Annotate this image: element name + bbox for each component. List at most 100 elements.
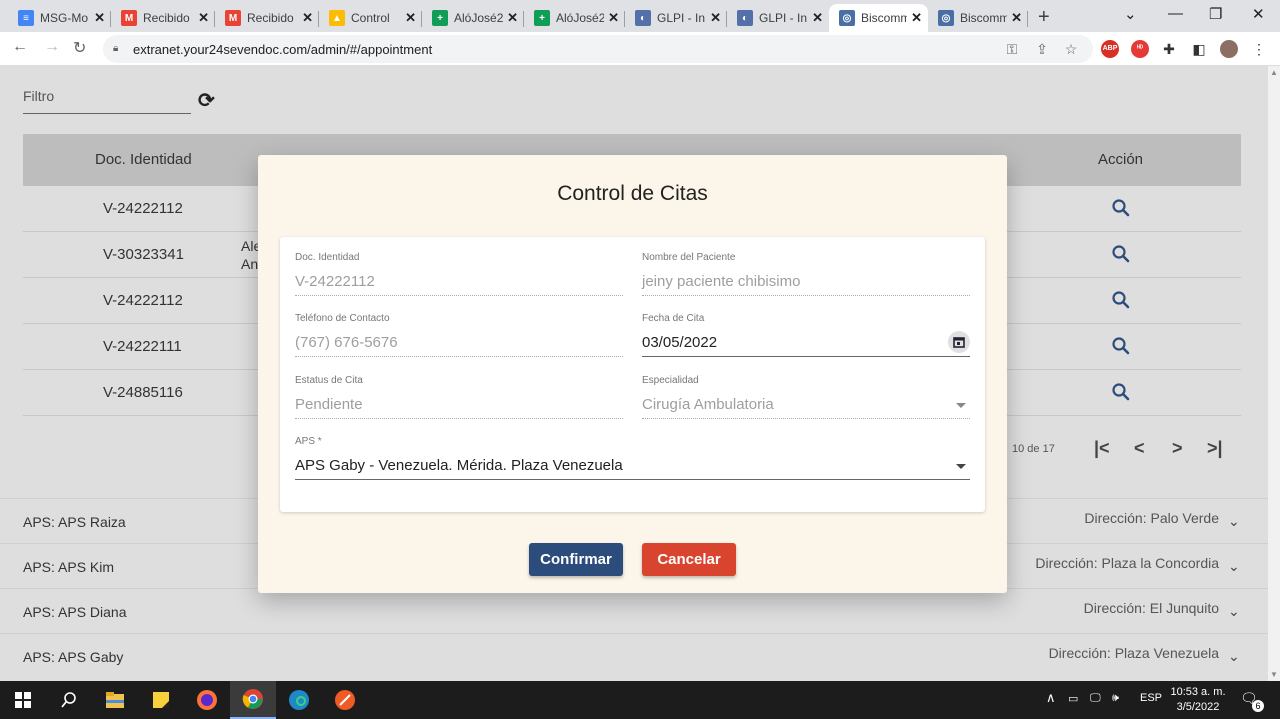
close-tab-icon[interactable]: ✕ (507, 10, 518, 26)
volume-icon[interactable]: 🕪︎ (1112, 692, 1119, 705)
chevron-down-icon[interactable]: ⌄ (1228, 603, 1240, 620)
chrome-icon[interactable] (230, 681, 276, 719)
minimize-icon[interactable]: — (1168, 5, 1183, 22)
close-tab-icon[interactable]: ✕ (911, 10, 922, 26)
browser-tab[interactable]: ◐ GLPI - In ✕ (727, 4, 829, 32)
address-bar[interactable]: 🔒︎ extranet.your24sevendoc.com/admin/#/a… (103, 35, 1093, 63)
cancel-button[interactable]: Cancelar (642, 543, 736, 576)
close-window-icon[interactable]: ✕ (1252, 5, 1265, 23)
chevron-down-icon[interactable]: ⌄ (1228, 648, 1240, 665)
confirm-button[interactable]: Confirmar (529, 543, 623, 576)
next-page-icon[interactable]: > (1172, 438, 1183, 459)
aps-select[interactable]: APS * APS Gaby - Venezuela. Mérida. Plaz… (295, 436, 970, 480)
aps-direccion: Dirección: Palo Verde (1084, 510, 1219, 526)
share-icon[interactable]: ⇪ (1033, 40, 1051, 58)
close-tab-icon[interactable]: ✕ (1011, 10, 1022, 26)
edge-icon[interactable] (276, 681, 322, 719)
tab-title: Biscomm (960, 11, 1008, 25)
close-tab-icon[interactable]: ✕ (302, 10, 313, 26)
key-icon[interactable]: ⚿ (1003, 40, 1021, 58)
aps-direccion: Dirección: El Junquito (1083, 600, 1219, 616)
doc-identidad-field[interactable]: Doc. Identidad V-24222112 (295, 252, 623, 296)
network-icon[interactable]: 🖵︎ (1090, 692, 1101, 705)
kebab-menu-icon[interactable]: ⋮ (1250, 40, 1268, 58)
refresh-icon[interactable]: ⟳ (198, 88, 215, 113)
prev-page-icon[interactable]: < (1134, 438, 1145, 459)
bookmark-star-icon[interactable]: ☆ (1062, 40, 1080, 58)
browser-tab[interactable]: + AlóJosé2 ✕ (422, 4, 524, 32)
tab-separator (1027, 11, 1028, 27)
language-indicator[interactable]: ESP (1140, 692, 1162, 704)
browser-tab[interactable]: ◐ GLPI - In ✕ (625, 4, 727, 32)
battery-icon[interactable]: ▭ (1068, 692, 1078, 705)
view-appointment-search-icon[interactable] (1111, 198, 1131, 218)
sheets-icon: + (432, 10, 448, 26)
last-page-icon[interactable]: >| (1207, 438, 1223, 459)
forward-icon[interactable]: → (44, 38, 60, 56)
tab-title: AlóJosé2 (454, 11, 504, 25)
field-underline (295, 418, 623, 419)
column-doc-identidad[interactable]: Doc. Identidad (95, 151, 192, 168)
side-panel-icon[interactable]: ◧ (1190, 40, 1208, 58)
clock[interactable]: 10:53 a. m. 3/5/2022 (1168, 685, 1228, 715)
filter-input[interactable]: Filtro (23, 88, 54, 104)
browser-tab[interactable]: ◎ Biscomm ✕ (928, 4, 1028, 32)
close-tab-icon[interactable]: ✕ (94, 10, 105, 26)
sticky-notes-icon[interactable] (138, 681, 184, 719)
aps-expansion-panel[interactable]: APS: APS Diana Dirección: El Junquito ⌄ (0, 588, 1268, 633)
search-icon[interactable] (46, 681, 92, 719)
extensions-puzzle-icon[interactable]: ✚ (1160, 40, 1178, 58)
browser-tab[interactable]: ≡ MSG-Mo ✕ (8, 4, 111, 32)
field-value: Pendiente (295, 396, 363, 413)
view-appointment-search-icon[interactable] (1111, 244, 1131, 264)
aps-direccion: Dirección: Plaza la Concordia (1035, 555, 1219, 571)
nombre-paciente-field[interactable]: Nombre del Paciente jeiny paciente chibi… (642, 252, 970, 296)
adblock-icon[interactable]: ABP (1101, 40, 1119, 58)
view-appointment-search-icon[interactable] (1111, 382, 1131, 402)
dialog-title: Control de Citas (557, 182, 708, 205)
restore-icon[interactable]: ❐ (1209, 5, 1222, 23)
view-appointment-search-icon[interactable] (1111, 336, 1131, 356)
new-tab-button[interactable]: + (1038, 6, 1050, 29)
profile-avatar[interactable] (1220, 40, 1238, 58)
field-label: Especialidad (642, 375, 699, 386)
scroll-up-icon[interactable]: ▲ (1270, 68, 1278, 77)
view-appointment-search-icon[interactable] (1111, 290, 1131, 310)
browser-tab[interactable]: ◎ Biscomm ✕ (829, 4, 928, 32)
scroll-down-icon[interactable]: ▼ (1270, 670, 1278, 679)
aps-expansion-panel[interactable]: APS: APS Gaby Dirección: Plaza Venezuela ⌄ (0, 633, 1268, 678)
close-tab-icon[interactable]: ✕ (198, 10, 209, 26)
field-underline (642, 356, 970, 357)
reload-icon[interactable]: ↻ (73, 38, 86, 58)
especialidad-select[interactable]: Especialidad Cirugía Ambulatoria (642, 375, 970, 419)
browser-tab[interactable]: ▲ Control ✕ (319, 4, 422, 32)
field-value: 03/05/2022 (642, 334, 718, 351)
page-scrollbar[interactable]: ▲ ▼ (1268, 66, 1280, 681)
first-page-icon[interactable]: |< (1094, 438, 1110, 459)
calendar-icon[interactable] (948, 331, 970, 353)
pager-range: 10 de 17 (1012, 443, 1055, 455)
chevron-down-icon[interactable]: ⌄ (1228, 558, 1240, 575)
browser-tab[interactable]: M Recibido ✕ (111, 4, 215, 32)
telefono-field[interactable]: Teléfono de Contacto (767) 676-5676 (295, 313, 623, 357)
fecha-cita-field[interactable]: Fecha de Cita 03/05/2022 (642, 313, 970, 357)
file-explorer-icon[interactable] (92, 681, 138, 719)
chevron-down-icon[interactable]: ⌄ (1228, 513, 1240, 530)
extension-red-icon[interactable]: ᴴᴰ (1131, 40, 1149, 58)
tray-chevron-icon[interactable]: ∧ (1046, 690, 1056, 706)
doc-identidad-cell: V-24222111 (103, 338, 182, 355)
estatus-cita-field[interactable]: Estatus de Cita Pendiente (295, 375, 623, 419)
postman-icon[interactable] (322, 681, 368, 719)
close-tab-icon[interactable]: ✕ (812, 10, 823, 26)
windows-start-icon[interactable] (0, 681, 46, 719)
tab-search-icon[interactable]: ⌄ (1124, 5, 1137, 23)
browser-tab[interactable]: M Recibido ✕ (215, 4, 319, 32)
back-icon[interactable]: ← (12, 38, 28, 56)
firefox-icon[interactable] (184, 681, 230, 719)
browser-tab[interactable]: + AlóJosé2 ✕ (524, 4, 625, 32)
close-tab-icon[interactable]: ✕ (405, 10, 416, 26)
tab-title: Recibido (247, 11, 294, 25)
close-tab-icon[interactable]: ✕ (710, 10, 721, 26)
filter-underline (23, 113, 191, 114)
close-tab-icon[interactable]: ✕ (608, 10, 619, 26)
